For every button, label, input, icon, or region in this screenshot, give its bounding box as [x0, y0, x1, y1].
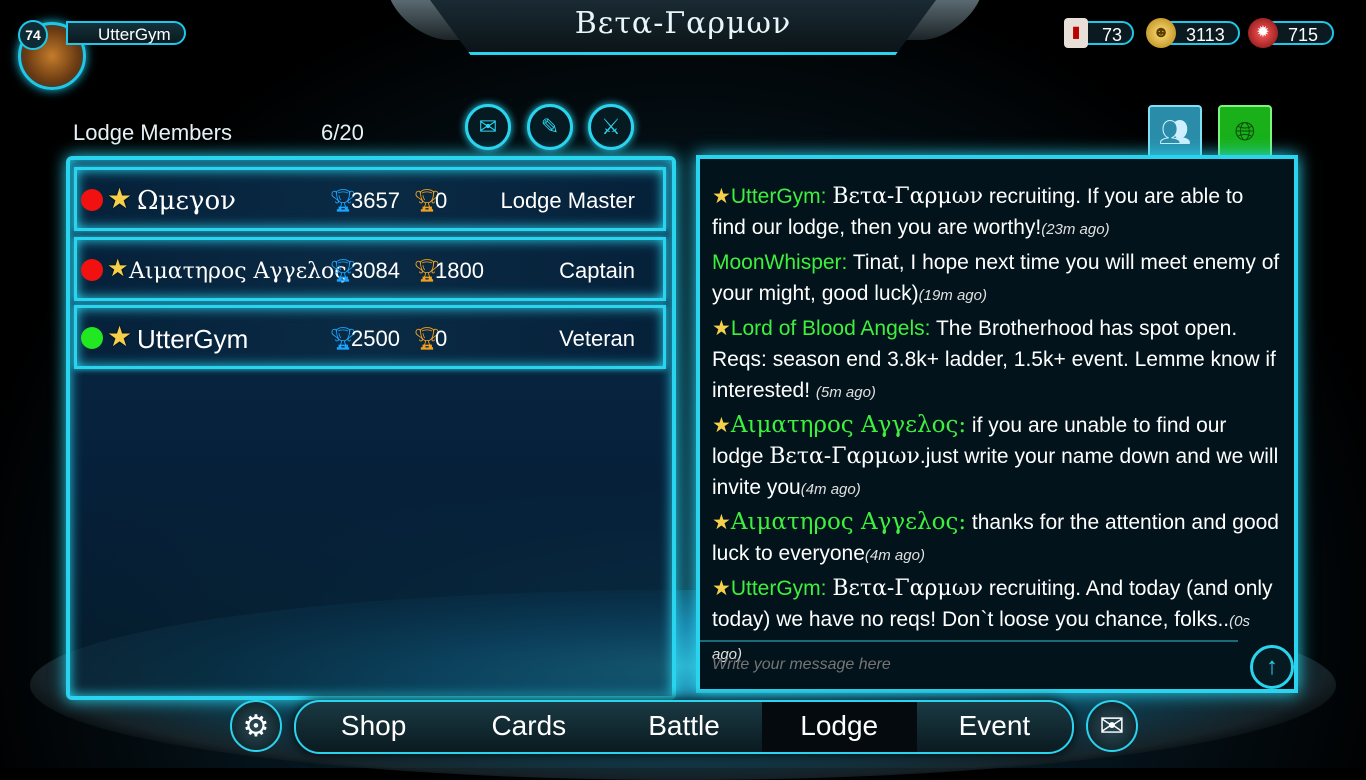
- inbox-button[interactable]: ✉: [1086, 700, 1138, 752]
- chat-lodge-name: Βετα-Γαρμων: [769, 444, 920, 469]
- nav-tab-battle[interactable]: Battle: [606, 702, 761, 752]
- lodge-mail-button[interactable]: ✉: [465, 104, 511, 150]
- lodge-members-count: 6/20: [321, 120, 364, 145]
- star-icon: ★: [107, 255, 129, 282]
- chat-sender[interactable]: Αιματηρος Αγγελος:: [731, 412, 966, 438]
- lodge-battle-button[interactable]: ⚔: [588, 104, 634, 150]
- nav-tab-cards[interactable]: Cards: [451, 702, 606, 752]
- chat-message: MoonWhisper: Tinat, I hope next time you…: [712, 247, 1282, 311]
- chat-timestamp: (5m ago): [815, 384, 876, 401]
- bottom-nav: Shop Cards Battle Lodge Event: [294, 700, 1074, 754]
- star-icon: ★: [107, 321, 133, 352]
- member-event-trophies: 0: [435, 326, 448, 351]
- chat-timestamp: (4m ago): [800, 481, 861, 498]
- status-offline-icon: [81, 189, 103, 211]
- card-pack-value: 73: [1102, 25, 1123, 45]
- gold-value: 3113: [1186, 25, 1225, 45]
- member-trophies: 3084: [351, 258, 400, 283]
- member-name: UtterGym: [137, 324, 249, 354]
- star-icon: ★: [107, 183, 133, 214]
- status-online-icon: [81, 327, 103, 349]
- chat-lodge-name: Βετα-Γαρμων: [832, 576, 984, 601]
- crossed-swords-icon: ⚔: [601, 114, 621, 139]
- lodge-edit-button[interactable]: ✎: [527, 104, 573, 150]
- member-name: Αιματηρος Αγγελος: [129, 259, 347, 284]
- star-icon: ★: [712, 185, 731, 208]
- gear-icon: ⚙: [242, 709, 270, 743]
- chat-lodge-name: Βετα-Γαρμων: [832, 184, 984, 209]
- settings-button[interactable]: ⚙: [230, 700, 282, 752]
- nav-tab-lodge[interactable]: Lodge: [761, 702, 917, 752]
- tab-global-chat[interactable]: 🌐︎: [1218, 105, 1272, 159]
- gold-coin-icon: ☻: [1146, 18, 1176, 48]
- chat-log: ★UtterGym: Βετα-Γαρμων recruiting. If yo…: [712, 181, 1282, 672]
- chat-sender[interactable]: Αιματηρος Αγγελος:: [731, 509, 966, 535]
- arrow-up-icon: ↑: [1266, 653, 1278, 680]
- status-offline-icon: [81, 259, 103, 281]
- member-rank: Captain: [559, 258, 635, 283]
- member-rank: Veteran: [559, 326, 635, 351]
- member-event-trophies: 0: [435, 188, 448, 213]
- chat-timestamp: (4m ago): [864, 547, 925, 564]
- chat-timestamp: (23m ago): [1041, 221, 1110, 238]
- nav-tab-shop[interactable]: Shop: [296, 702, 451, 752]
- member-trophies: 2500: [351, 326, 400, 351]
- star-icon: ★: [712, 577, 731, 600]
- chat-message: ★Lord of Blood Angels: The Brotherhood h…: [712, 313, 1282, 408]
- edit-pencil-icon: ✎: [540, 114, 560, 139]
- lodge-members-label: Lodge Members: [73, 120, 232, 145]
- star-icon: ★: [712, 317, 731, 340]
- card-pack-counter[interactable]: ▮ 73: [1064, 18, 1134, 48]
- chat-sender[interactable]: MoonWhisper:: [712, 251, 847, 274]
- chat-panel[interactable]: ★UtterGym: Βετα-Γαρμων recruiting. If yo…: [696, 155, 1298, 693]
- send-button[interactable]: ↑: [1250, 645, 1294, 689]
- group-chat-icon: 👥︎: [1158, 116, 1192, 147]
- chat-message: ★Αιματηρος Αγγελος: if you are unable to…: [712, 410, 1282, 505]
- chat-sender[interactable]: UtterGym:: [731, 577, 827, 600]
- page-title: Βετα-Γαρμων: [574, 6, 792, 41]
- member-name: Ωμεγον: [137, 186, 236, 216]
- player-name: UtterGym: [66, 21, 186, 45]
- global-chat-icon: 🌐︎: [1234, 116, 1256, 146]
- member-row[interactable]: ★ Αιματηρος Αγγελος 🏆︎ 3084 🏆︎ 1800 Capt…: [74, 237, 666, 301]
- gold-counter[interactable]: ☻ 3113: [1146, 18, 1240, 48]
- red-gem-icon: ✹: [1248, 18, 1278, 48]
- star-icon: ★: [712, 414, 731, 437]
- star-icon: ★: [712, 511, 731, 534]
- tab-lodge-chat[interactable]: 👥︎: [1148, 105, 1202, 159]
- member-trophies: 3657: [351, 188, 400, 213]
- card-pack-icon: ▮: [1064, 18, 1088, 48]
- chat-message: ★UtterGym: Βετα-Γαρμων recruiting. If yo…: [712, 181, 1282, 245]
- chat-top-fade: [700, 159, 1294, 177]
- member-row[interactable]: ★ Ωμεγον 🏆︎ 3657 🏆︎ 0 Lodge Master: [74, 167, 666, 231]
- nav-tab-event[interactable]: Event: [917, 702, 1072, 752]
- member-rank: Lodge Master: [500, 188, 635, 213]
- chat-sender[interactable]: UtterGym:: [731, 185, 827, 208]
- mail-icon: ✉: [1099, 709, 1125, 743]
- gem-value: 715: [1288, 25, 1319, 45]
- chat-timestamp: (19m ago): [918, 287, 987, 304]
- chat-message-input[interactable]: [700, 640, 1238, 688]
- member-row[interactable]: ★ UtterGym 🏆︎ 2500 🏆︎ 0 Veteran: [74, 305, 666, 369]
- gem-counter[interactable]: ✹ 715: [1248, 18, 1334, 48]
- chat-message: ★Αιματηρος Αγγελος: thanks for the atten…: [712, 507, 1282, 571]
- chat-sender[interactable]: Lord of Blood Angels:: [731, 317, 931, 340]
- player-level-badge: 74: [18, 20, 48, 50]
- mail-icon: ✉: [478, 114, 498, 139]
- member-event-trophies: 1800: [435, 258, 484, 283]
